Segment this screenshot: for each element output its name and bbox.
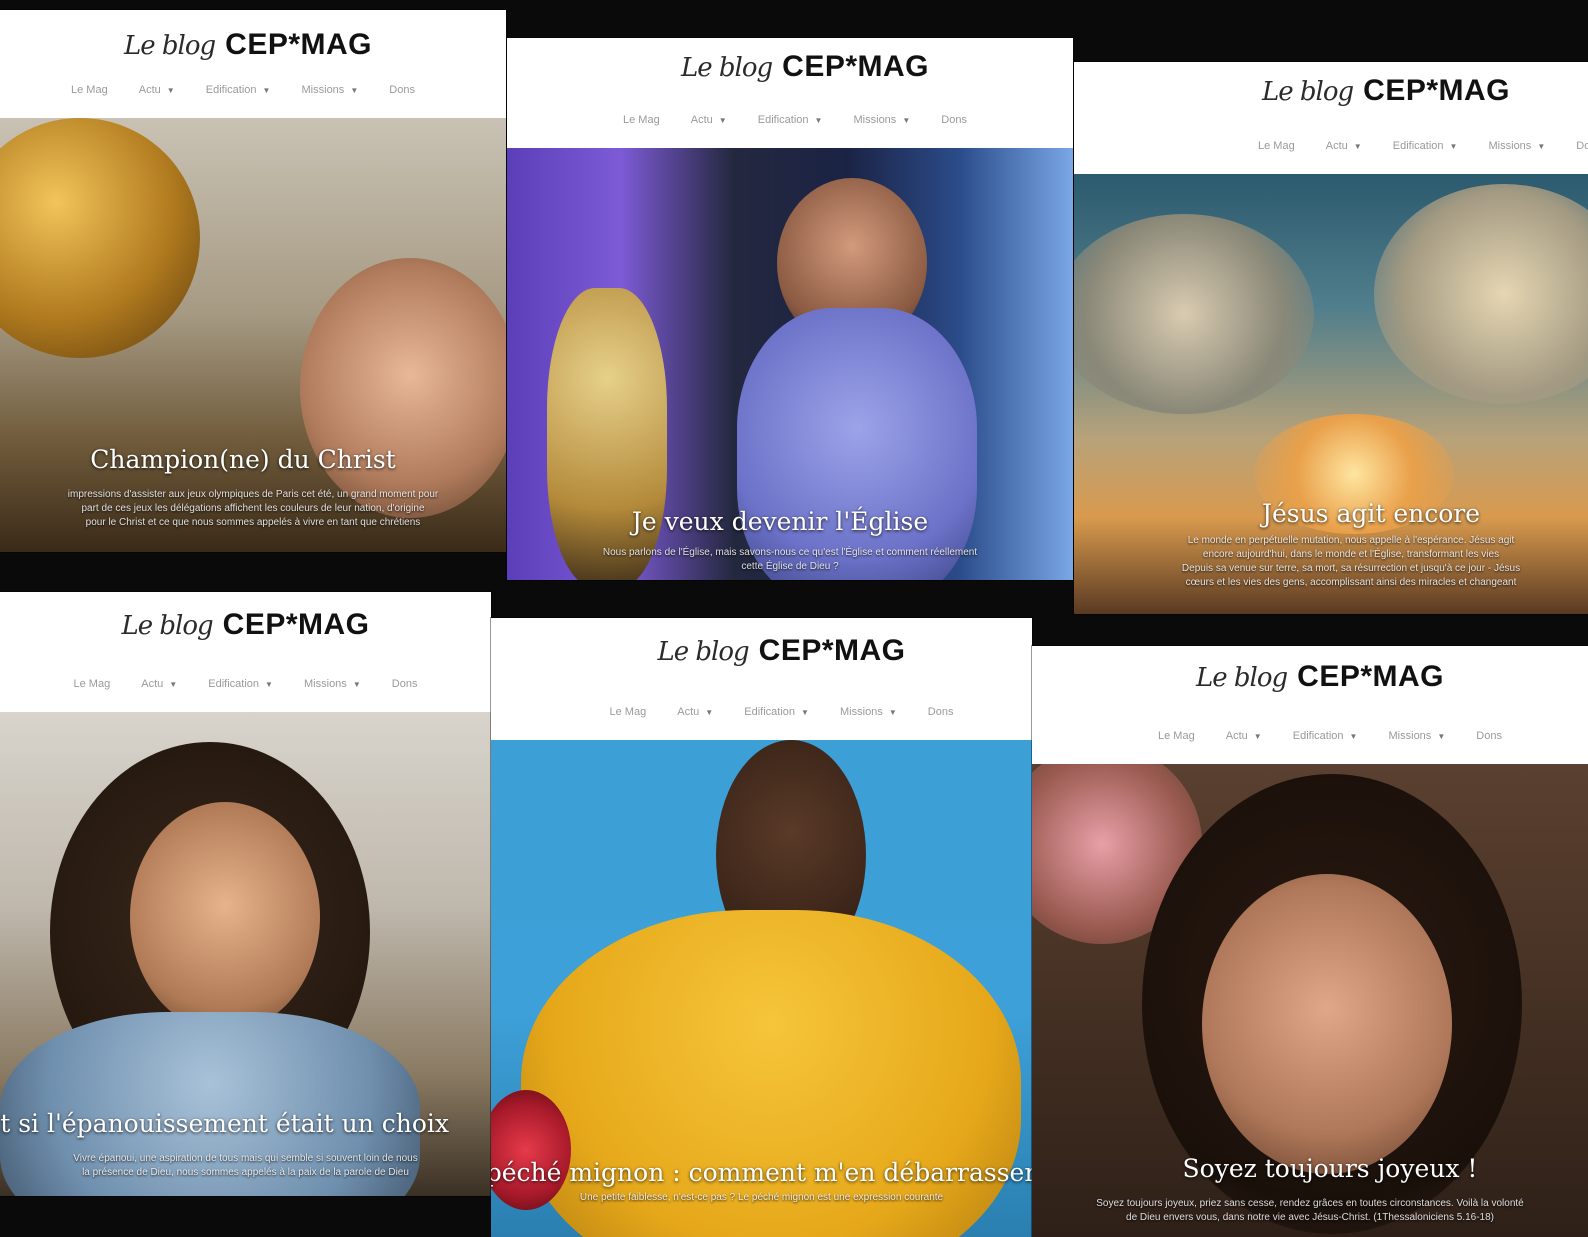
nav-item-edification[interactable]: Edification ▼ <box>744 706 809 718</box>
chevron-down-icon: ▼ <box>902 116 911 125</box>
nav-item-missions[interactable]: Missions ▼ <box>302 84 359 96</box>
nav-item-missions[interactable]: Missions ▼ <box>854 114 911 126</box>
nav-item-actu[interactable]: Actu ▼ <box>139 84 175 96</box>
article-panel[interactable]: Le blog CEP*MAG Le Mag Actu ▼ Edification ▼… <box>0 10 506 552</box>
cloud-shape <box>1074 214 1314 414</box>
article-title[interactable]: Je veux devenir l'Église <box>507 507 1073 536</box>
nav-item-actu[interactable]: Actu ▼ <box>1326 140 1362 152</box>
singer-shape <box>547 288 667 580</box>
nav-item-edification[interactable]: Edification ▼ <box>1293 730 1358 742</box>
shirt-shape <box>737 308 977 580</box>
logo[interactable]: Le blog CEP*MAG <box>1052 660 1588 694</box>
cloud-shape <box>1374 184 1588 404</box>
chevron-down-icon: ▼ <box>888 708 897 717</box>
hero-image[interactable]: Champion(ne) du Christ impressions d'ass… <box>0 118 506 552</box>
chevron-down-icon: ▼ <box>1437 732 1446 741</box>
nav-item-le-mag[interactable]: Le Mag <box>610 706 647 718</box>
chevron-down-icon: ▼ <box>718 116 727 125</box>
nav-item-edification[interactable]: Edification ▼ <box>206 84 271 96</box>
nav-item-le-mag[interactable]: Le Mag <box>1158 730 1195 742</box>
site-header: Le blog CEP*MAG Le Mag Actu ▼ Edification ▼… <box>0 10 506 118</box>
nav-item-le-mag[interactable]: Le Mag <box>623 114 660 126</box>
site-header: Le blog CEP*MAG Le Mag Actu ▼ Edification ▼… <box>507 38 1073 148</box>
nav-item-le-mag[interactable]: Le Mag <box>71 84 108 96</box>
chevron-down-icon: ▼ <box>166 86 175 95</box>
site-header: Le blog CEP*MAG Le Mag Actu ▼ Edification ▼… <box>0 592 491 712</box>
nav-item-actu[interactable]: Actu ▼ <box>1226 730 1262 742</box>
article-panel[interactable]: Le blog CEP*MAG Le Mag Actu ▼ Edification ▼… <box>1032 646 1588 1237</box>
chevron-down-icon: ▼ <box>1253 732 1262 741</box>
woman-face-shape <box>130 802 320 1032</box>
nav-item-dons[interactable]: Dons <box>1476 730 1502 742</box>
nav-item-missions[interactable]: Missions ▼ <box>1389 730 1446 742</box>
hero-image[interactable]: Mon péché mignon : comment m'en débarras… <box>491 740 1032 1237</box>
nav-item-le-mag[interactable]: Le Mag <box>74 678 111 690</box>
article-title[interactable]: Jésus agit encore <box>1154 499 1588 528</box>
article-title[interactable]: Mon péché mignon : comment m'en débarras… <box>491 1158 1032 1187</box>
hero-image[interactable]: Jésus agit encore Le monde en perpétuell… <box>1074 174 1588 614</box>
nav-item-actu[interactable]: Actu ▼ <box>677 706 713 718</box>
chevron-down-icon: ▼ <box>262 86 271 95</box>
nav-item-edification[interactable]: Edification ▼ <box>758 114 823 126</box>
main-nav: Le Mag Actu▼ Edification▼ Missions▼ Dons <box>517 114 1073 126</box>
article-excerpt: Vivre épanoui, une aspiration de tous ma… <box>73 1153 418 1178</box>
article-title[interactable]: Soyez toujours joyeux ! <box>1072 1154 1588 1183</box>
nav-item-dons[interactable]: Dons <box>941 114 967 126</box>
woman-face-shape <box>1202 874 1452 1174</box>
chevron-down-icon: ▼ <box>1353 142 1362 151</box>
chevron-down-icon: ▼ <box>1449 142 1458 151</box>
yellow-shirt-shape <box>521 910 1021 1237</box>
woman-face-shape <box>300 258 506 518</box>
article-excerpt: Une petite faiblesse, n'est-ce pas ? Le … <box>579 1192 944 1203</box>
article-panel[interactable]: Le blog CEP*MAG Le Mag Actu ▼ Edification ▼… <box>0 592 491 1196</box>
main-nav: Le Mag Actu▼ Edification▼ Missions▼ Dons <box>0 678 491 690</box>
article-excerpt: impressions d'assister aux jeux olympiqu… <box>67 489 439 528</box>
hero-image[interactable]: Soyez toujours joyeux ! Soyez toujours j… <box>1032 764 1588 1237</box>
site-header: Le blog CEP*MAG Le Mag Actu ▼ Edification ▼… <box>1032 646 1588 764</box>
chevron-down-icon: ▼ <box>352 680 361 689</box>
nav-item-dons[interactable]: Dons <box>389 84 415 96</box>
chevron-down-icon: ▼ <box>350 86 359 95</box>
nav-item-dons[interactable]: Dons <box>928 706 954 718</box>
main-nav: Le Mag Actu▼ Edification▼ Missions▼ Dons <box>1072 730 1588 742</box>
main-nav: Le Mag Actu▼ Edification▼ Missions▼ Dons <box>0 84 506 96</box>
nav-item-dons[interactable]: Dons <box>392 678 418 690</box>
nav-item-actu[interactable]: Actu ▼ <box>141 678 177 690</box>
nav-item-le-mag[interactable]: Le Mag <box>1258 140 1295 152</box>
main-nav: Le Mag Actu▼ Edification▼ Missions▼ Dons <box>531 706 1032 718</box>
chevron-down-icon: ▼ <box>705 708 714 717</box>
logo[interactable]: Le blog CEP*MAG <box>0 28 506 62</box>
chevron-down-icon: ▼ <box>1349 732 1358 741</box>
article-excerpt: Nous parlons de l'Église, mais savons-no… <box>602 547 978 572</box>
logo[interactable]: Le blog CEP*MAG <box>531 634 1032 668</box>
article-panel[interactable]: Le blog CEP*MAG Le Mag Actu ▼ Edification ▼… <box>507 38 1073 580</box>
nav-item-missions[interactable]: Missions ▼ <box>1489 140 1546 152</box>
article-panel[interactable]: Le blog CEP*MAG Le Mag Actu ▼ Edification ▼… <box>491 618 1032 1237</box>
chevron-down-icon: ▼ <box>814 116 823 125</box>
logo[interactable]: Le blog CEP*MAG <box>1184 74 1588 108</box>
chevron-down-icon: ▼ <box>801 708 809 717</box>
article-excerpt: Le monde en perpétuelle mutation, nous a… <box>1181 535 1521 588</box>
article-panel[interactable]: Le blog CEP*MAG Le Mag Actu ▼ Edification ▼… <box>1074 62 1588 614</box>
logo[interactable]: Le blog CEP*MAG <box>0 608 491 642</box>
hero-image[interactable]: Et si l'épanouissement était un choix Vi… <box>0 712 491 1196</box>
article-title[interactable]: Champion(ne) du Christ <box>0 445 506 474</box>
nav-item-actu[interactable]: Actu ▼ <box>691 114 727 126</box>
chevron-down-icon: ▼ <box>169 680 178 689</box>
article-excerpt: Soyez toujours joyeux, priez sans cesse,… <box>1096 1198 1524 1223</box>
chevron-down-icon: ▼ <box>1537 142 1546 151</box>
logo[interactable]: Le blog CEP*MAG <box>537 50 1073 84</box>
trophy-shape <box>0 118 200 358</box>
nav-item-edification[interactable]: Edification ▼ <box>1393 140 1458 152</box>
chevron-down-icon: ▼ <box>265 680 273 689</box>
site-header: Le blog CEP*MAG Le Mag Actu ▼ Edification ▼… <box>491 618 1032 740</box>
main-nav: Le Mag Actu▼ Edification▼ Missions▼ Dons <box>1244 140 1588 152</box>
nav-item-edification[interactable]: Edification ▼ <box>208 678 273 690</box>
nav-item-missions[interactable]: Missions ▼ <box>304 678 361 690</box>
hero-image[interactable]: Je veux devenir l'Église Nous parlons de… <box>507 148 1073 580</box>
nav-item-dons[interactable]: Dons <box>1576 140 1588 152</box>
article-title[interactable]: Et si l'épanouissement était un choix <box>0 1109 491 1138</box>
site-header: Le blog CEP*MAG Le Mag Actu ▼ Edification ▼… <box>1074 62 1588 174</box>
nav-item-missions[interactable]: Missions ▼ <box>840 706 897 718</box>
